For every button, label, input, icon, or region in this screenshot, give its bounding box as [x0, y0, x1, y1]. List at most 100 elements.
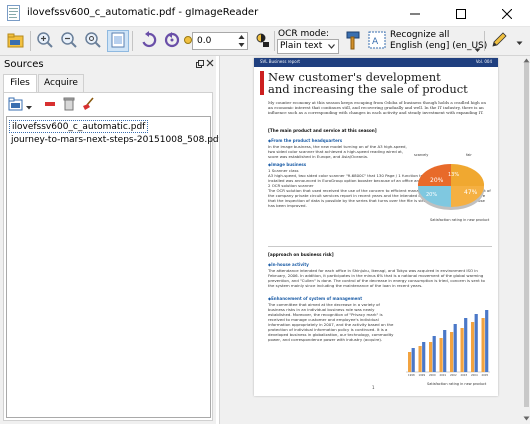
- remove-icon: [44, 100, 56, 110]
- spin-up-icon[interactable]: [237, 33, 246, 41]
- ocr-mode-label: OCR mode:: [278, 29, 330, 39]
- pie-caption: Satisfaction rating in new product: [430, 218, 490, 222]
- sub-heading: ◆From the product headquarters: [268, 138, 343, 143]
- ocr-mode-select[interactable]: Plain text: [277, 39, 339, 54]
- delete-file-button[interactable]: [60, 97, 78, 113]
- document-paragraph: In the image business, the new model tur…: [268, 144, 407, 159]
- sources-title: Sources: [4, 59, 44, 70]
- pie-label: 20%: [426, 192, 437, 198]
- tab-files[interactable]: Files: [3, 74, 37, 93]
- edit-output-button[interactable]: [488, 30, 510, 52]
- section-heading: [The main product and service at this se…: [268, 128, 377, 133]
- document-title: New customer's development and increasin…: [268, 71, 468, 95]
- bar: [471, 322, 475, 372]
- window-title: ilovefssv600_c_automatic.pdf - gImageRea…: [27, 7, 259, 18]
- bar: [453, 324, 457, 372]
- brightness-value: 0.0: [197, 36, 212, 46]
- recognize-all-label[interactable]: Recognize all English (eng] (en_US): [390, 30, 487, 52]
- chevron-down-icon[interactable]: [26, 103, 32, 113]
- bar: [418, 346, 422, 372]
- chevron-down-icon[interactable]: [516, 39, 523, 49]
- pie-chart: scarcely fair 20% 47% 20% 13%: [412, 150, 490, 218]
- trash-icon: [63, 97, 75, 114]
- page-number: 1: [372, 385, 375, 390]
- rotate-left-icon: [140, 30, 158, 52]
- title-bar: ilovefssv600_c_automatic.pdf - gImageRea…: [0, 0, 530, 27]
- pie-label: 47%: [464, 189, 478, 196]
- bar: [439, 338, 443, 372]
- remove-file-button[interactable]: [41, 97, 59, 113]
- divider: [268, 246, 492, 247]
- bar-year-label: 1998: [408, 373, 415, 377]
- chevron-down-icon[interactable]: [474, 46, 481, 56]
- scroll-up-icon[interactable]: [523, 56, 530, 66]
- pie-label: 20%: [430, 177, 444, 184]
- sub-heading: ◆In-house activity: [268, 262, 309, 267]
- recognize-language-text: English (eng] (en_US): [390, 41, 488, 51]
- document-paragraph: The committee that aimed at the decrease…: [268, 302, 394, 342]
- page-header-bar: SVL Business report Vol. 004: [254, 58, 498, 67]
- toolbar-separator: [274, 31, 275, 51]
- bar: [443, 330, 447, 372]
- bar: [485, 310, 489, 372]
- bar: [460, 328, 464, 372]
- tab-acquire[interactable]: Acquire: [38, 74, 84, 92]
- scroll-down-icon[interactable]: [523, 414, 530, 424]
- toolbar-separator: [132, 31, 133, 51]
- bar-year-label: 1999: [419, 373, 426, 377]
- pie-legend-left: scarcely: [414, 153, 428, 157]
- bar: [464, 318, 468, 372]
- recognize-all-text: Recognize all: [390, 30, 450, 40]
- title-accent-mark: [260, 71, 264, 95]
- zoom-fit-button[interactable]: [107, 30, 129, 52]
- minimize-button[interactable]: [392, 0, 438, 27]
- spin-down-icon[interactable]: [237, 41, 246, 49]
- zoom-in-button[interactable]: [34, 30, 56, 52]
- file-list[interactable]: ilovefssv600_c_automatic.pdf journey-to-…: [6, 116, 222, 418]
- document-viewer[interactable]: SVL Business report Vol. 004 New custome…: [219, 56, 530, 424]
- broom-icon: [81, 96, 95, 114]
- pie-label: 13%: [448, 172, 459, 178]
- files-tab-pane: ilovefssv600_c_automatic.pdf journey-to-…: [3, 92, 222, 421]
- add-file-button[interactable]: [7, 97, 25, 113]
- bar-year-label: 2003: [461, 373, 468, 377]
- scrollbar-thumb[interactable]: [524, 63, 529, 407]
- rotate-left-button[interactable]: [138, 30, 160, 52]
- bar: [432, 336, 436, 372]
- zoom-fit-icon: [110, 32, 126, 51]
- close-button[interactable]: [484, 0, 530, 27]
- document-page: SVL Business report Vol. 004 New custome…: [254, 58, 498, 396]
- recognize-button[interactable]: A: [366, 30, 388, 52]
- bar: [422, 342, 426, 372]
- rotate-right-icon: [163, 31, 181, 52]
- list-item[interactable]: ilovefssv600_c_automatic.pdf: [9, 120, 149, 133]
- document-intro: My counter economy at this season keeps …: [268, 100, 486, 116]
- float-panel-icon[interactable]: [196, 60, 204, 68]
- invert-colors-button[interactable]: [252, 30, 274, 52]
- bar-caption: Satisfaction rating in new product: [427, 382, 487, 386]
- bar-year-label: 2004: [471, 373, 478, 377]
- bar-year-label: 2002: [450, 373, 457, 377]
- maximize-button[interactable]: [438, 0, 484, 27]
- list-item[interactable]: journey-to-mars-next-steps-20151008_508.…: [9, 134, 224, 147]
- ocr-mode-value: Plain text: [280, 41, 323, 51]
- close-panel-icon[interactable]: [206, 59, 214, 70]
- brightness-spinbox[interactable]: 0.0: [192, 32, 248, 50]
- add-source-button[interactable]: [5, 30, 27, 52]
- document-paragraph: The attendance intended for each office …: [268, 268, 485, 288]
- sub-heading: ◆Image business: [268, 162, 307, 167]
- zoom-out-button[interactable]: [58, 30, 80, 52]
- zoom-original-button[interactable]: [82, 30, 104, 52]
- clear-list-button[interactable]: [79, 96, 97, 114]
- bar: [450, 332, 454, 372]
- bar: [474, 314, 478, 372]
- bar-chart: 1998 1999 2000 2001 2002 2003 2004 2005: [406, 310, 490, 377]
- zoom-in-icon: [36, 31, 54, 52]
- hammer-button[interactable]: [342, 30, 364, 52]
- svg-text:A: A: [372, 37, 379, 47]
- bar: [411, 348, 415, 372]
- section-heading: [approach on business risk]: [268, 252, 334, 257]
- rotate-right-button[interactable]: [161, 30, 183, 52]
- edit-pen-icon: [490, 31, 508, 52]
- bar: [429, 342, 433, 372]
